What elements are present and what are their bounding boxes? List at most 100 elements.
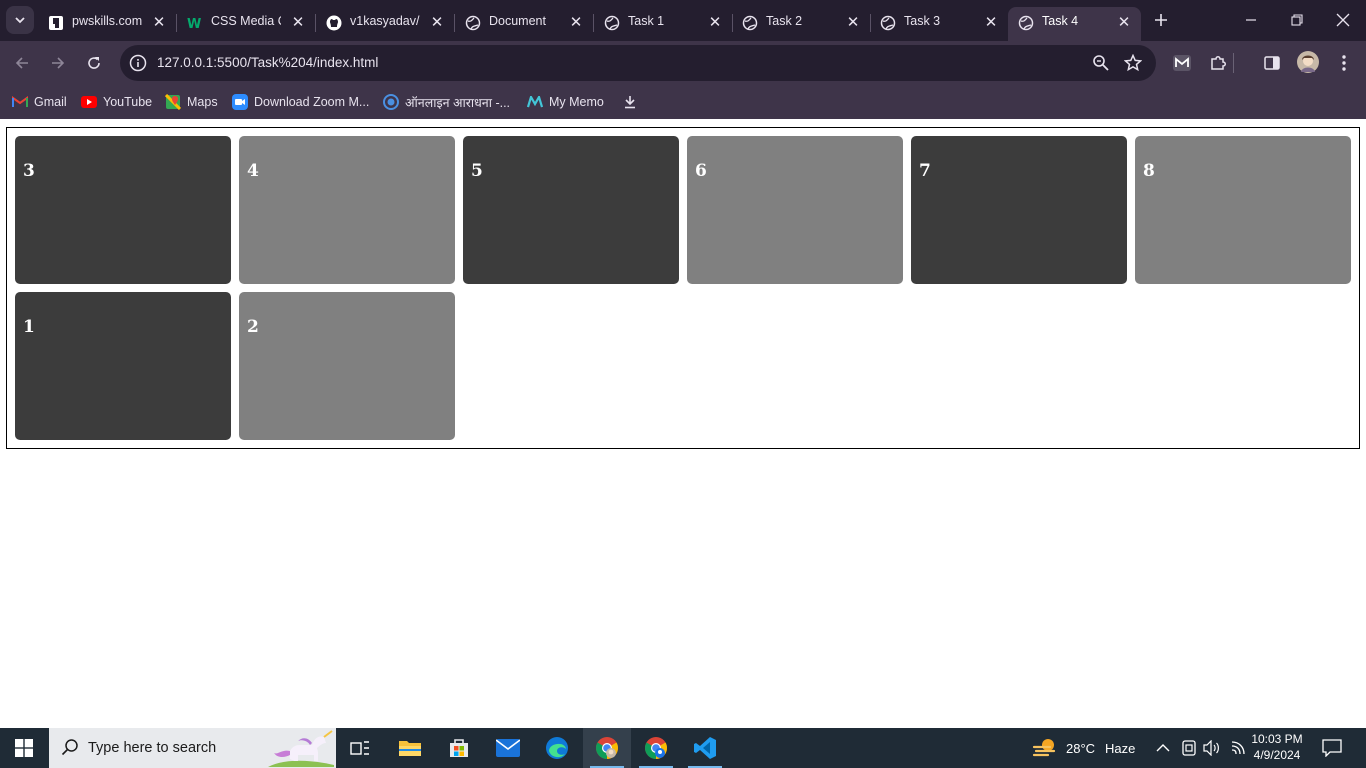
edge-icon	[546, 737, 568, 759]
page-viewport: 3 4 5 6 7 8 1 2	[0, 121, 1366, 728]
grid-box: 6	[687, 136, 903, 284]
minimize-button[interactable]	[1228, 0, 1274, 40]
close-icon[interactable]: ✕	[289, 13, 307, 31]
forward-button[interactable]	[45, 50, 71, 76]
box-label: 7	[919, 161, 931, 181]
reload-button[interactable]	[81, 50, 107, 76]
extension-memo-icon[interactable]	[1172, 53, 1192, 73]
windows-taskbar: Type here to search 28°C Haze 10:03 PM 4…	[0, 728, 1366, 768]
globe-icon	[880, 15, 896, 31]
arrow-right-icon	[52, 57, 65, 69]
close-icon[interactable]: ✕	[706, 13, 724, 31]
tab-title: CSS Media Q	[211, 14, 281, 28]
close-icon	[1336, 13, 1350, 27]
tab-title: pwskills.com	[72, 14, 142, 28]
file-explorer-button[interactable]	[386, 728, 434, 768]
box-label: 3	[23, 161, 35, 181]
bookmark-downloads[interactable]	[622, 92, 644, 112]
close-icon[interactable]: ✕	[428, 13, 446, 31]
tab-task-4[interactable]: Task 4 ✕	[1008, 7, 1141, 41]
pwskills-icon	[48, 15, 64, 31]
chrome-button[interactable]	[583, 728, 631, 768]
minimize-icon	[1246, 19, 1256, 21]
address-bar[interactable]: 127.0.0.1:5500/Task%204/index.html	[120, 45, 1156, 81]
weather-widget[interactable]: 28°C Haze	[1032, 728, 1135, 768]
maps-icon	[165, 94, 181, 110]
menu-kebab-icon[interactable]	[1334, 53, 1354, 73]
browser-toolbar: 127.0.0.1:5500/Task%204/index.html	[0, 41, 1366, 85]
tab-title: Task 1	[628, 14, 665, 28]
tab-pwskills[interactable]: pwskills.com ✕	[38, 7, 177, 41]
globe-icon	[465, 15, 481, 31]
bookmark-star-icon[interactable]	[1124, 54, 1142, 72]
download-icon	[622, 94, 638, 110]
bookmark-label: Maps	[187, 95, 218, 109]
tab-css-media[interactable]: W CSS Media Q ✕	[177, 7, 316, 41]
taskbar-search-box[interactable]: Type here to search	[49, 728, 336, 768]
system-clock[interactable]: 10:03 PM 4/9/2024	[1246, 731, 1308, 763]
bookmark-label: Download Zoom M...	[254, 95, 370, 109]
gmail-icon	[12, 94, 28, 110]
network-button[interactable]	[1230, 728, 1246, 768]
chevron-down-icon	[15, 17, 25, 24]
bookmark-aradhana[interactable]: ऑनलाइन आराधना -...	[383, 92, 510, 112]
bookmark-maps[interactable]: Maps	[165, 92, 218, 112]
tab-document[interactable]: Document ✕	[455, 7, 594, 41]
volume-button[interactable]	[1203, 728, 1221, 768]
youtube-icon	[81, 94, 97, 110]
chevron-up-icon	[1156, 744, 1170, 752]
close-window-button[interactable]	[1320, 0, 1366, 40]
notifications-button[interactable]	[1322, 728, 1342, 768]
extensions-puzzle-icon[interactable]	[1208, 53, 1228, 73]
close-icon[interactable]: ✕	[567, 13, 585, 31]
tab-task-1[interactable]: Task 1 ✕	[594, 7, 733, 41]
chrome-profile-button[interactable]	[632, 728, 680, 768]
tab-search-button[interactable]	[6, 6, 34, 34]
microsoft-store-button[interactable]	[435, 728, 483, 768]
tab-strip: pwskills.com ✕ W CSS Media Q ✕ v1kasyada…	[0, 0, 1366, 41]
toolbar-divider	[1233, 53, 1234, 73]
close-icon[interactable]: ✕	[1115, 13, 1133, 31]
zoom-icon[interactable]	[1092, 54, 1110, 72]
close-icon[interactable]: ✕	[150, 13, 168, 31]
bookmark-youtube[interactable]: YouTube	[81, 92, 152, 112]
bookmark-my-memo[interactable]: My Memo	[527, 92, 604, 112]
grid-box: 1	[15, 292, 231, 440]
side-panel-icon[interactable]	[1262, 53, 1282, 73]
bookmark-gmail[interactable]: Gmail	[12, 92, 67, 112]
vscode-icon	[694, 737, 716, 759]
bookmark-zoom[interactable]: Download Zoom M...	[232, 92, 369, 112]
search-icon	[61, 739, 78, 756]
close-icon[interactable]: ✕	[844, 13, 862, 31]
wifi-icon	[1231, 741, 1245, 755]
vscode-button[interactable]	[681, 728, 729, 768]
clock-time: 10:03 PM	[1251, 732, 1303, 746]
edge-button[interactable]	[533, 728, 581, 768]
start-button[interactable]	[0, 728, 48, 768]
weather-temperature: 28°C	[1066, 740, 1096, 756]
meet-now-button[interactable]	[1181, 728, 1197, 768]
tab-task-2[interactable]: Task 2 ✕	[732, 7, 871, 41]
arrow-left-icon	[15, 57, 28, 69]
close-icon[interactable]: ✕	[982, 13, 1000, 31]
restore-button[interactable]	[1274, 0, 1320, 40]
new-tab-button[interactable]	[1149, 8, 1173, 32]
task-view-button[interactable]	[336, 728, 384, 768]
profile-avatar[interactable]	[1297, 51, 1319, 73]
microsoft-store-icon	[450, 739, 468, 757]
globe-icon	[1018, 15, 1034, 31]
mail-button[interactable]	[484, 728, 532, 768]
site-info-icon[interactable]	[129, 54, 147, 72]
box-label: 6	[695, 161, 707, 181]
back-button[interactable]	[9, 50, 35, 76]
mail-icon	[496, 739, 520, 757]
aradhana-icon	[383, 94, 399, 110]
tab-task-3[interactable]: Task 3 ✕	[870, 7, 1008, 41]
clock-date: 4/9/2024	[1253, 748, 1301, 762]
tab-github[interactable]: v1kasyadav/ ✕	[316, 7, 455, 41]
github-icon	[326, 15, 342, 31]
show-hidden-icons-button[interactable]	[1156, 728, 1170, 768]
grid-box: 8	[1135, 136, 1351, 284]
svg-text:W: W	[187, 17, 201, 31]
grid-box: 3	[15, 136, 231, 284]
